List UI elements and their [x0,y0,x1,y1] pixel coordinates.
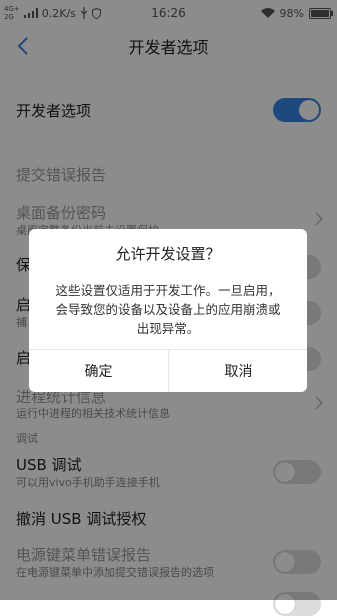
cancel-button[interactable]: 取消 [169,350,307,392]
dialog-title: 允许开发设置？ [115,245,221,263]
dialog-message: 这些设置仅适用于开发工作。一旦启用，会导致您的设备以及设备上的应用崩溃或出现异常… [55,283,281,336]
confirm-button[interactable]: 确定 [29,350,168,392]
allow-dev-settings-dialog: 允许开发设置？ 这些设置仅适用于开发工作。一旦启用，会导致您的设备以及设备上的应… [29,229,307,392]
